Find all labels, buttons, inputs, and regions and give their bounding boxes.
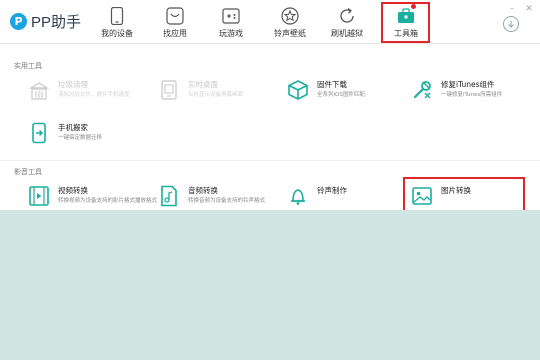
gamepad-icon — [222, 7, 240, 25]
image-convert-highlight — [403, 177, 525, 210]
app-window: P PP助手 我的设备 找应用 玩游戏 铃声壁纸 刷机越狱 工具箱 – ✕ 实用… — [0, 0, 540, 210]
pp-logo-icon: P — [10, 12, 27, 30]
app-bag-icon — [166, 7, 184, 25]
top-navbar: P PP助手 我的设备 找应用 玩游戏 铃声壁纸 刷机越狱 工具箱 – ✕ — [0, 0, 540, 44]
tool-desc: 清除垃圾文件，提升手机速度 — [58, 92, 130, 98]
tool-desc: 转换音频为设备支持的铃声格式 — [188, 198, 266, 204]
tool-firmware-download[interactable]: 固件下载 全系列iOS固件匹配 — [287, 79, 365, 101]
nav-label: 我的设备 — [101, 29, 133, 38]
repair-icon — [411, 79, 433, 101]
nav-find-apps[interactable]: 找应用 — [160, 0, 190, 44]
notification-dot — [411, 4, 416, 9]
bell-icon — [287, 185, 309, 207]
section-divider — [0, 160, 540, 161]
tool-ringtone-maker[interactable]: 铃声制作 — [287, 185, 347, 207]
monitor-icon — [158, 79, 180, 101]
tool-name: 固件下载 — [317, 80, 347, 89]
tool-desc: 一键搞定数据迁移 — [58, 135, 103, 141]
tool-name: 修复iTunes组件 — [441, 80, 495, 89]
nav-label: 刷机越狱 — [331, 29, 363, 38]
close-icon[interactable]: ✕ — [524, 4, 534, 14]
refresh-icon — [338, 7, 356, 25]
tool-repair-itunes[interactable]: 修复iTunes组件 一键修复iTunes所需组件 — [411, 79, 502, 101]
nav-flash-jailbreak[interactable]: 刷机越狱 — [328, 0, 366, 44]
tool-junk-cleanup[interactable]: 垃圾清理 清除垃圾文件，提升手机速度 — [28, 79, 130, 101]
phone-icon — [108, 7, 126, 25]
tool-video-convert[interactable]: 视频转换 转换视频为设备支持的影片格式播放格式 — [28, 185, 166, 207]
download-arrow-icon — [508, 20, 514, 28]
tool-name: 手机搬家 — [58, 123, 88, 132]
tool-desc: 转换视频为设备支持的影片格式播放格式 — [58, 198, 158, 204]
tool-phone-migration[interactable]: 手机搬家 一键搞定数据迁移 — [28, 122, 102, 144]
tool-audio-convert[interactable]: 音频转换 转换音频为设备支持的铃声格式 — [158, 185, 265, 207]
film-icon — [28, 185, 50, 207]
nav-label: 玩游戏 — [219, 29, 243, 38]
nav-label: 找应用 — [163, 29, 187, 38]
backdrop-area — [0, 210, 540, 360]
tool-name: 音频转换 — [188, 186, 218, 195]
tool-name: 视频转换 — [58, 186, 88, 195]
active-nav-highlight — [381, 2, 430, 43]
music-file-icon — [158, 185, 180, 207]
nav-ringtones-wallpapers[interactable]: 铃声壁纸 — [271, 0, 309, 44]
nav-play-games[interactable]: 玩游戏 — [216, 0, 246, 44]
tool-live-desktop[interactable]: 实时桌面 实时显示设备屏幕画面 — [158, 79, 243, 101]
box-icon — [287, 79, 309, 101]
nav-label: 铃声壁纸 — [274, 29, 306, 38]
section-title-media: 影音工具 — [14, 168, 42, 176]
tool-name: 铃声制作 — [317, 186, 347, 195]
tool-name: 垃圾清理 — [58, 80, 88, 89]
star-icon — [281, 7, 299, 25]
nav-my-device[interactable]: 我的设备 — [98, 0, 136, 44]
tool-name: 实时桌面 — [188, 80, 218, 89]
tool-desc: 实时显示设备屏幕画面 — [188, 92, 244, 98]
phone-move-icon — [28, 122, 50, 144]
tool-desc: 一键修复iTunes所需组件 — [441, 92, 503, 98]
broom-icon — [28, 79, 50, 101]
section-title-utilities: 实用工具 — [14, 62, 42, 70]
app-logo: P PP助手 — [10, 10, 81, 32]
tool-desc: 全系列iOS固件匹配 — [317, 92, 365, 98]
app-name: PP助手 — [31, 13, 82, 31]
minimize-icon[interactable]: – — [507, 4, 517, 14]
download-button[interactable] — [503, 16, 519, 32]
